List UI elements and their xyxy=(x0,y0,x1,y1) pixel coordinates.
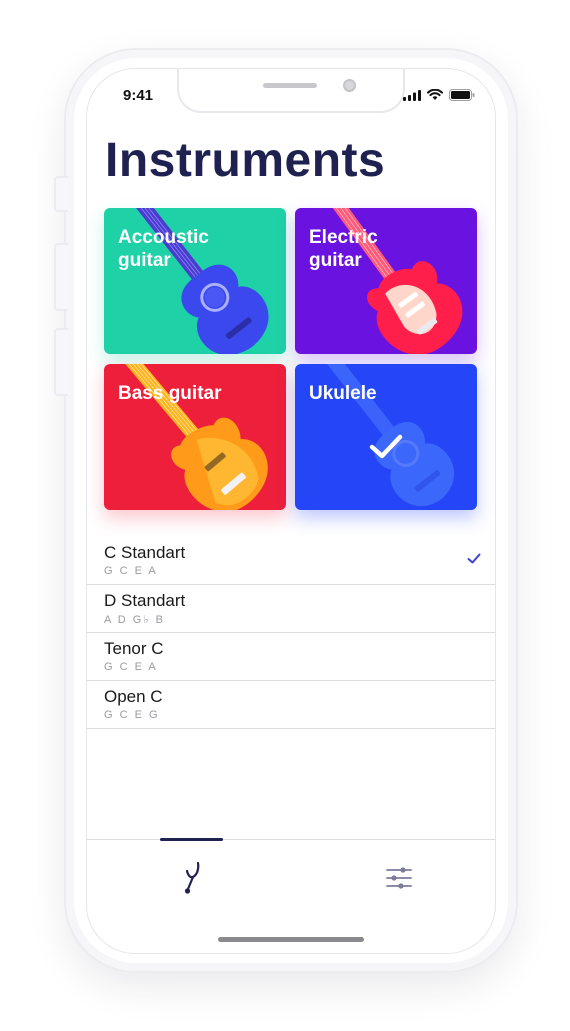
tuning-notes: G C E A xyxy=(104,565,158,577)
page-title: Instruments xyxy=(105,134,386,187)
tuning-notes: A D G♭ B xyxy=(104,614,165,626)
instrument-label: Bass guitar xyxy=(118,383,222,404)
tuning-name: Tenor C xyxy=(104,639,164,658)
battery-icon xyxy=(449,89,475,101)
front-camera xyxy=(343,79,356,92)
instrument-card-bass[interactable]: Bass guitar xyxy=(104,364,286,510)
tab-settings[interactable] xyxy=(379,858,419,898)
speaker xyxy=(263,83,317,88)
active-tab-indicator xyxy=(160,838,223,841)
instrument-label: Accoustic guitar xyxy=(118,227,209,271)
status-time: 9:41 xyxy=(123,87,154,104)
signal-icon xyxy=(403,90,421,101)
instrument-card-ukulele[interactable]: Ukulele xyxy=(295,364,477,510)
status-icons xyxy=(403,89,475,101)
tuning-notes: G C E A xyxy=(104,661,158,673)
tuning-name: C Standart xyxy=(104,543,186,562)
tab-bar xyxy=(87,838,495,953)
tuning-row-d-standart[interactable]: D Standart A D G♭ B xyxy=(87,585,495,633)
tuning-notes: G C E G xyxy=(104,709,160,721)
mute-switch xyxy=(54,176,68,212)
tuning-name: Open C xyxy=(104,687,163,706)
tuning-list: C Standart G C E A D Standart A D G♭ B T… xyxy=(87,537,495,729)
instrument-card-acoustic[interactable]: Accoustic guitar xyxy=(104,208,286,354)
screen: 9:41 Instruments Accoustic guitar Electr… xyxy=(87,69,495,953)
instrument-card-electric[interactable]: Electric guitar xyxy=(295,208,477,354)
notch xyxy=(177,69,405,113)
sliders-icon xyxy=(386,867,412,889)
tuning-name: D Standart xyxy=(104,591,186,610)
instrument-label: Electric guitar xyxy=(309,227,378,271)
selected-check-icon xyxy=(369,434,403,459)
tuning-row-c-standart[interactable]: C Standart G C E A xyxy=(87,537,495,585)
tuning-fork-icon xyxy=(184,861,200,894)
tuning-row-tenor-c[interactable]: Tenor C G C E A xyxy=(87,633,495,681)
instrument-label: Ukulele xyxy=(309,383,377,404)
checkmark-icon xyxy=(467,553,481,564)
volume-down-button xyxy=(54,328,68,396)
volume-up-button xyxy=(54,243,68,311)
home-indicator[interactable] xyxy=(218,937,364,942)
tuning-row-open-c[interactable]: Open C G C E G xyxy=(87,681,495,729)
wifi-icon xyxy=(427,89,443,100)
tab-tuner[interactable] xyxy=(172,858,212,898)
